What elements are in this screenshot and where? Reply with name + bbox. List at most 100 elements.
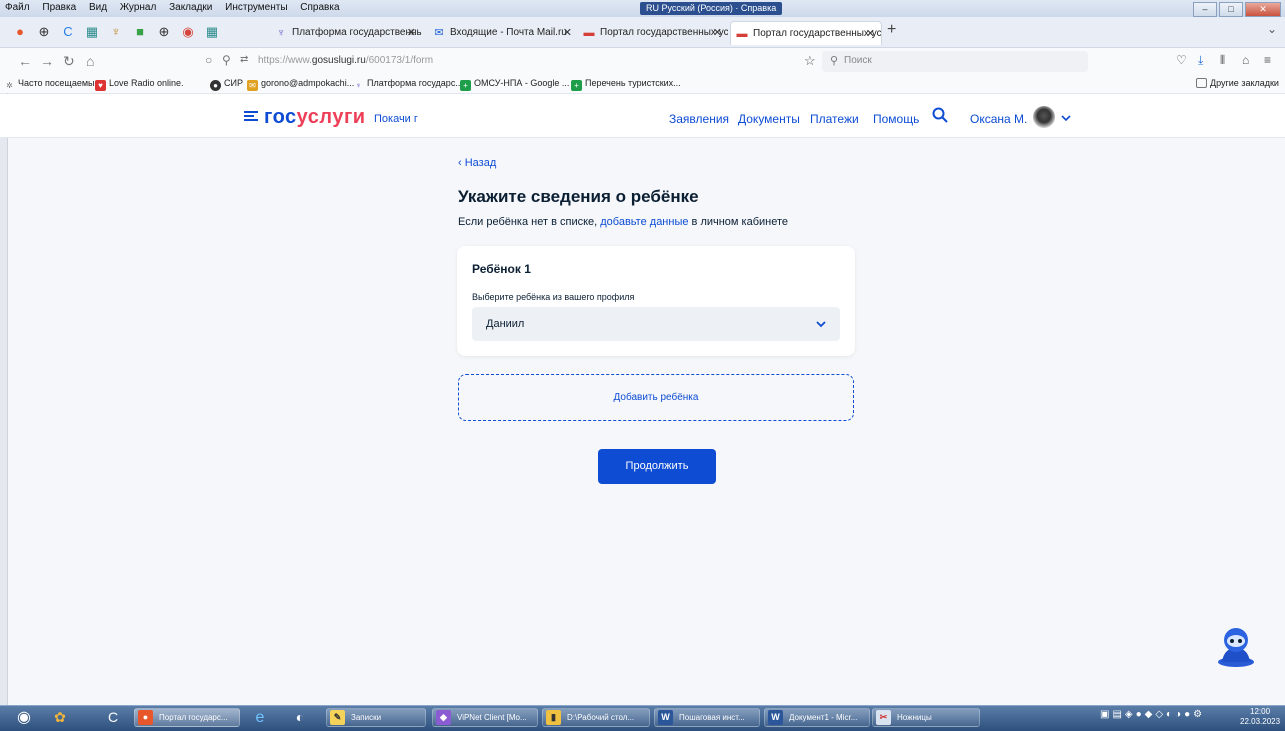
menu-help[interactable]: Справка [295,0,344,13]
quicklaunch-c-icon[interactable]: C [103,708,123,727]
tab-gosuslugi-active[interactable]: ▬ Портал государственных услу ✕ [730,21,882,45]
system-tray[interactable]: ▣▤◈●◆◇◐◑●⚙ [1100,709,1205,720]
taskbar-item-word-2[interactable]: W Документ1 - Micr... [764,708,870,727]
close-tab-icon[interactable]: ✕ [713,21,722,45]
tab-gosuslugi-1[interactable]: ▬ Портал государственных услу ✕ [578,21,729,45]
menu-file[interactable]: Файл [0,0,35,13]
chevron-down-icon[interactable] [1061,111,1071,125]
emblem-pinned-icon[interactable]: ♆ [108,24,124,40]
search-icon: ⚲ [830,55,839,67]
bookmark-sir[interactable]: ● СИР [210,78,243,91]
taskbar-item-notes[interactable]: ✎ Записки [326,708,426,727]
close-tab-icon[interactable]: ✕ [866,22,875,45]
language-indicator[interactable]: RU Русский (Россия) · Справка [640,2,783,15]
bookmark-omsu[interactable]: + ОМСУ-НПА - Google ... [460,78,569,91]
tab-title: Портал государственных услу [600,27,728,38]
back-arrow-icon[interactable]: ← [18,53,32,69]
nav-help[interactable]: Помощь [873,112,919,126]
user-name[interactable]: Оксана М. [970,112,1027,126]
taskbar-item-vipnet[interactable]: ◆ ViPNet Client [Mo... [432,708,538,727]
menu-tools[interactable]: Инструменты [220,0,292,13]
taskbar-item-snipping[interactable]: ✂ Ножницы [872,708,980,727]
bookmark-other[interactable]: Другие закладки [1196,78,1279,88]
subtitle-text-end: в личном кабинете [688,216,789,228]
tracking-shield-icon[interactable]: ○ [205,53,212,67]
download-icon[interactable]: ⤓ [1198,53,1203,68]
maximize-button[interactable]: □ [1219,2,1243,17]
permissions-icon[interactable]: ⇄ [240,54,248,65]
child-select[interactable] [472,307,840,341]
lock-icon[interactable]: ⚲ [222,53,231,67]
tab-list-chevron-icon[interactable]: ⌄ [1267,22,1277,36]
c-pinned-icon[interactable]: C [60,24,76,40]
url-text[interactable]: https://www.gosuslugi.ru/600173/1/form [258,55,433,66]
bookmark-gorono[interactable]: ✉ gorono@admpokachi... [247,78,354,91]
grid-pinned-icon[interactable]: ▦ [84,24,100,40]
menu-icon[interactable]: ≡ [1264,53,1271,67]
bookmark-label: ОМСУ-НПА - Google ... [474,78,570,88]
menu-bookmarks[interactable]: Закладки [164,0,217,13]
close-tab-icon[interactable]: ✕ [407,21,416,45]
home-icon[interactable]: ⌂ [86,53,94,69]
close-window-button[interactable]: ✕ [1245,2,1281,17]
green-pinned-icon[interactable]: ■ [132,24,148,40]
internet-explorer-icon[interactable]: e [250,708,270,727]
child-select-label: Выберите ребёнка из вашего профиля [472,292,635,302]
globe-pinned-icon[interactable]: ⊕ [36,24,52,40]
minimize-button[interactable]: – [1193,2,1217,17]
nav-payments[interactable]: Платежи [810,112,859,126]
city-selector[interactable]: Покачи г [374,113,418,125]
taskbar-item-firefox[interactable]: ● Портал государс... [134,708,240,727]
sidebar-strip [0,93,8,705]
bookmark-platform[interactable]: ♆ Платформа государс... [353,78,463,91]
continue-button[interactable]: Продолжить [598,449,716,484]
bookmark-star-icon[interactable]: ☆ [804,53,816,69]
menu-history[interactable]: Журнал [115,0,162,13]
new-tab-button[interactable]: + [887,21,896,39]
hamburger-menu-icon[interactable] [244,110,258,125]
grid-pinned-icon-2[interactable]: ▦ [204,24,220,40]
quicklaunch-icon[interactable]: ✿ [50,708,70,727]
bookmarks-bar: ✲ Часто посещаемые ♥ Love Radio online. ● С… [0,75,1285,94]
bookmark-tourist[interactable]: + Перечень туристских... [571,78,681,91]
firefox-pinned-icon[interactable]: ● [12,24,28,40]
bookmark-label: Другие закладки [1210,78,1279,88]
back-link[interactable]: ‹ Назад [458,157,496,169]
quicklaunch-icon-2[interactable]: ◐ [290,708,310,727]
library-icon[interactable]: ⫴ [1220,53,1225,68]
menu-view[interactable]: Вид [84,0,112,13]
tab-title: Портал государственных услу [753,28,882,39]
close-tab-icon[interactable]: ✕ [563,21,572,45]
red-pinned-icon[interactable]: ◉ [180,24,196,40]
taskbar-item-word-1[interactable]: W Пошаговая инст... [654,708,760,727]
start-button-icon[interactable]: ◉ [14,708,34,727]
taskbar-item-explorer[interactable]: ▮ D:\Рабочий стол... [542,708,650,727]
chevron-down-icon[interactable] [815,318,827,332]
search-icon[interactable] [932,107,948,126]
plus-icon: + [571,80,582,91]
site-header [0,94,1285,138]
mail-icon: ✉ [434,27,444,39]
child-select-value[interactable]: Даниил [486,318,524,330]
search-input[interactable]: ⚲ Поиск [822,51,1088,72]
gear-icon: ✲ [6,81,13,90]
avatar[interactable] [1033,106,1055,128]
assistant-robot-icon[interactable] [1212,626,1260,671]
reload-icon[interactable]: ↻ [63,53,75,69]
globe-pinned-icon-2[interactable]: ⊕ [156,24,172,40]
nav-applications[interactable]: Заявления [669,112,729,126]
pocket-icon[interactable]: ♡ [1176,53,1187,67]
extensions-icon[interactable]: ⌂ [1242,53,1249,67]
tab-mail[interactable]: ✉ Входящие - Почта Mail.ru ✕ [428,21,578,45]
tab-platform[interactable]: ♆ Платформа государственны ✕ [270,21,422,45]
bookmark-loveradio[interactable]: ♥ Love Radio online. [95,78,184,91]
forward-arrow-icon[interactable]: → [40,53,54,69]
clock[interactable]: 12:00 22.03.2023 [1240,707,1280,727]
add-child-label[interactable]: Добавить ребёнка [458,392,854,403]
bookmark-frequent[interactable]: ✲ Часто посещаемые [4,78,99,91]
bookmark-label: СИР [224,78,243,88]
nav-documents[interactable]: Документы [738,112,800,126]
gosuslugi-logo[interactable]: госуслуги [264,106,366,129]
menu-edit[interactable]: Правка [37,0,81,13]
add-data-link[interactable]: добавьте данные [600,216,688,228]
